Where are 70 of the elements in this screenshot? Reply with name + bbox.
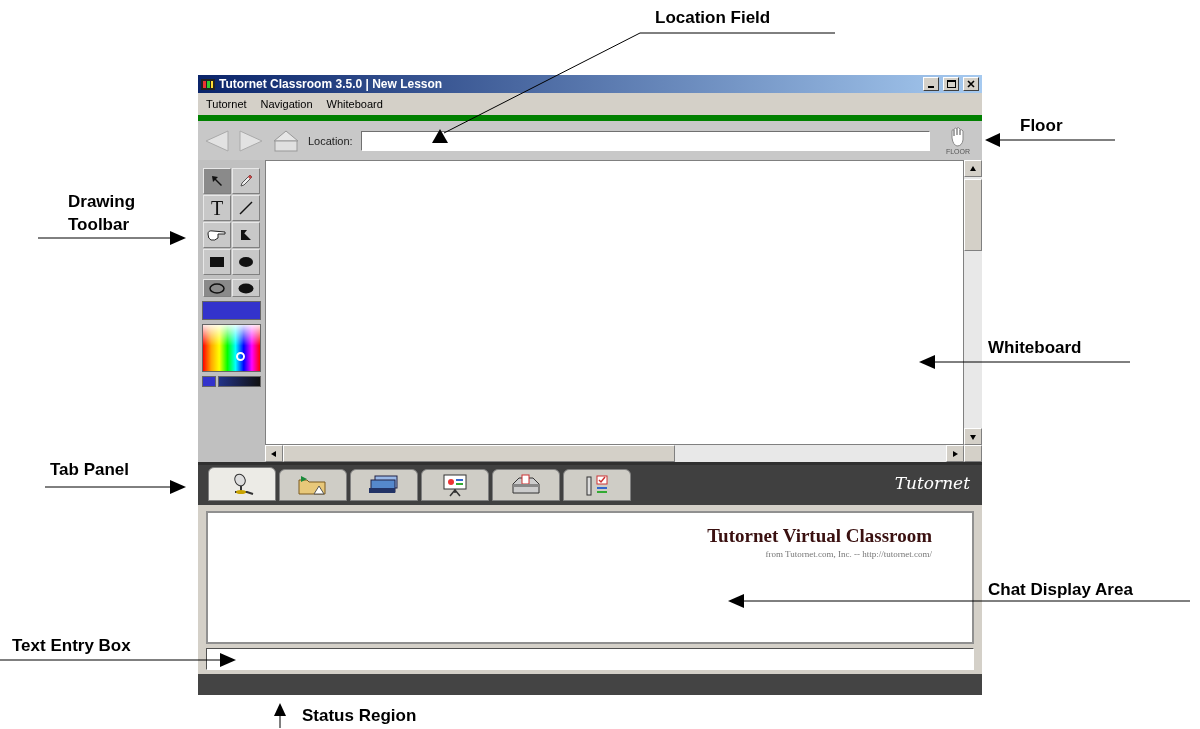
- chat-subtitle: from Tutornet.com, Inc. -- http://tutornet.com/: [765, 549, 932, 559]
- color-palette[interactable]: [202, 324, 261, 372]
- fill-mode-button[interactable]: [203, 279, 231, 297]
- close-icon: [967, 80, 975, 88]
- tool-button[interactable]: [203, 222, 231, 248]
- scroll-up-button[interactable]: [964, 160, 982, 177]
- callout-label: Location Field: [655, 8, 771, 28]
- menu-item[interactable]: Tutornet: [206, 98, 247, 110]
- menu-item[interactable]: Navigation: [260, 98, 313, 110]
- minimize-button[interactable]: [923, 77, 939, 91]
- filled-ellipse-icon: [238, 282, 254, 294]
- callout-label: Status Region: [302, 706, 417, 726]
- up-arrow-icon: [969, 164, 977, 173]
- vertical-scrollbar[interactable]: [964, 160, 982, 445]
- right-arrow-icon: [951, 449, 959, 458]
- scroll-left-button[interactable]: [265, 445, 283, 462]
- text-entry-field[interactable]: [206, 648, 974, 670]
- panel-tab[interactable]: [563, 469, 631, 501]
- file-stack-icon: [367, 474, 401, 496]
- location-label: Location:: [308, 134, 353, 147]
- callout-label: Text Entry Box: [12, 636, 131, 656]
- scroll-thumb[interactable]: [283, 445, 675, 462]
- menu-item[interactable]: Whiteboard: [326, 98, 383, 110]
- callout-label: Tab Panel: [50, 460, 130, 480]
- fill-mode-button[interactable]: [232, 279, 260, 297]
- horizontal-scrollbar[interactable]: [265, 445, 982, 462]
- pointing-hand-icon: [207, 228, 227, 242]
- left-arrow-icon: [270, 449, 278, 458]
- shade-bar[interactable]: [218, 376, 261, 387]
- tool-button[interactable]: [232, 249, 260, 275]
- logo: Tutornet: [894, 473, 971, 493]
- folder-icon: [297, 474, 329, 496]
- rectangle-icon: [210, 257, 224, 267]
- line-icon: [238, 200, 254, 216]
- callout-label: Whiteboard: [988, 338, 1082, 358]
- chat-heading: Tutornet Virtual Classroom: [707, 525, 932, 547]
- palette-marker[interactable]: [236, 352, 245, 361]
- flag-shape-icon: [239, 228, 253, 242]
- callout-label: Chat Display Area: [988, 580, 1133, 600]
- callout-label: Floor: [1020, 116, 1063, 136]
- maximize-button[interactable]: [943, 77, 959, 91]
- leader-line: [274, 703, 286, 729]
- window-title: Tutornet Classroom 3.5.0 | New Lesson: [219, 77, 444, 91]
- presentation-board-icon: [441, 473, 469, 497]
- scroll-down-button[interactable]: [964, 428, 982, 445]
- current-color-swatch[interactable]: [202, 301, 261, 320]
- pencil-icon: [238, 173, 254, 189]
- tool-button[interactable]: T: [203, 195, 231, 221]
- tool-button[interactable]: [203, 249, 231, 275]
- text-tool-glyph: T: [210, 196, 224, 220]
- inbox-tray-icon: [510, 474, 542, 496]
- location-field[interactable]: [360, 130, 930, 151]
- scroll-thumb[interactable]: [964, 179, 982, 251]
- callout-label: Drawing Toolbar: [68, 191, 137, 236]
- tool-button[interactable]: [232, 222, 260, 248]
- close-button[interactable]: [963, 77, 979, 91]
- app-icon: [201, 78, 215, 90]
- down-arrow-icon: [969, 432, 977, 441]
- scroll-right-button[interactable]: [946, 445, 964, 462]
- outline-ellipse-icon: [209, 282, 225, 294]
- panel-tab[interactable]: [208, 467, 276, 501]
- panel-tab[interactable]: [421, 469, 489, 501]
- mini-swatch: [202, 376, 216, 387]
- tool-button[interactable]: [203, 168, 231, 194]
- maximize-icon: [946, 80, 956, 88]
- ellipse-icon: [239, 257, 253, 267]
- arrow-pointer-icon: [210, 174, 224, 188]
- scroll-corner: [964, 445, 982, 462]
- panel-tab[interactable]: [350, 469, 418, 501]
- checklist-board-icon: [583, 473, 611, 497]
